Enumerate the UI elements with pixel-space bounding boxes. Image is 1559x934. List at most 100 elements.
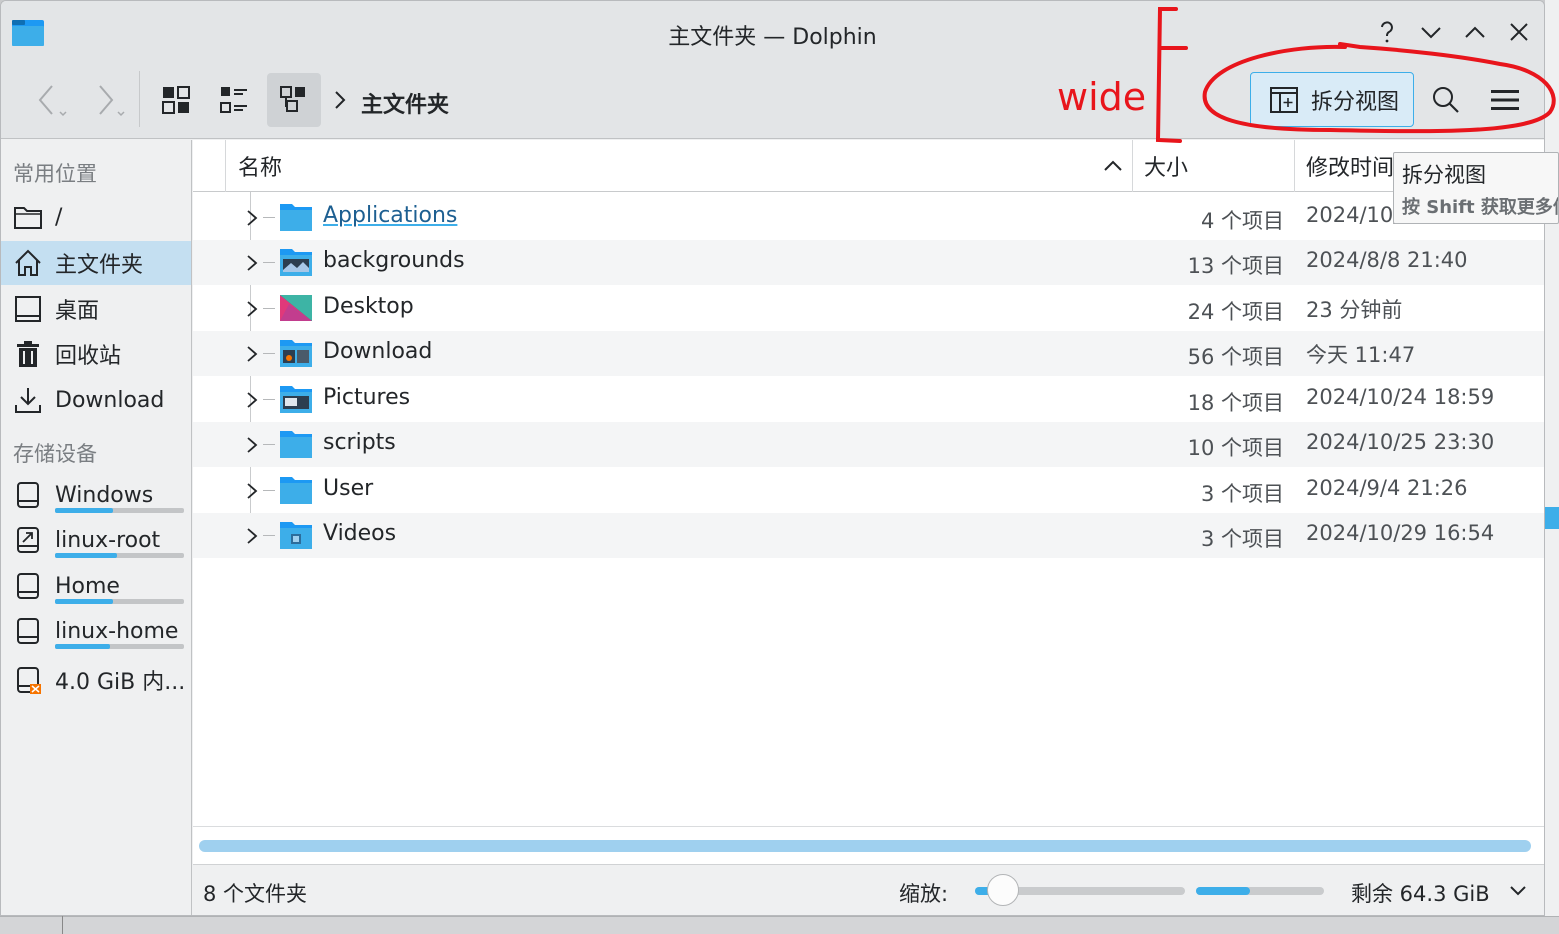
file-name[interactable]: Download xyxy=(323,339,432,364)
file-view[interactable]: 名称 大小 修改时间 Applications 4 个项目 2024/10/2 … xyxy=(193,140,1544,826)
column-size-label: 大小 xyxy=(1144,156,1189,181)
desktop-icon xyxy=(15,296,41,322)
expand-chevron-icon[interactable] xyxy=(245,343,259,365)
drive-icon xyxy=(17,618,39,644)
dolphin-window: 主文件夹 — Dolphin 主文件夹 wide 拆分视图 常用位置 / 主文件… xyxy=(0,0,1545,916)
sidebar-item-label: / xyxy=(55,204,63,230)
column-header-size[interactable]: 大小 xyxy=(1134,140,1292,192)
background-window-edge xyxy=(1545,0,1559,934)
capacity-fill xyxy=(55,644,111,649)
capacity-fill xyxy=(55,599,114,604)
expand-chevron-icon[interactable] xyxy=(245,252,259,274)
forward-button[interactable] xyxy=(83,73,133,127)
tree-branch xyxy=(263,353,275,354)
expand-chevron-icon[interactable] xyxy=(245,434,259,456)
sidebar-device-removable[interactable]: 4.0 GiB 内... xyxy=(1,658,191,702)
menu-button[interactable] xyxy=(1481,73,1529,127)
icons-view-button[interactable] xyxy=(151,73,201,127)
column-name-label: 名称 xyxy=(238,156,283,181)
compact-view-button[interactable] xyxy=(209,73,259,127)
devices-header: 存储设备 xyxy=(13,442,97,466)
sidebar-item-download[interactable]: Download xyxy=(1,378,191,422)
table-row[interactable]: Download 56 个项目 今天 11:47 xyxy=(193,331,1544,376)
window-title: 主文件夹 — Dolphin xyxy=(668,25,877,50)
hamburger-menu-icon xyxy=(1491,90,1519,110)
sidebar-item-desktop[interactable]: 桌面 xyxy=(1,287,191,331)
back-button[interactable] xyxy=(25,73,75,127)
file-name[interactable]: User xyxy=(323,476,373,501)
horizontal-scroll-area xyxy=(193,826,1544,864)
minimize-icon[interactable] xyxy=(1418,19,1444,45)
close-icon[interactable] xyxy=(1506,19,1532,45)
file-size: 3 个项目 xyxy=(1200,527,1284,551)
file-date: 2024/10/24 18:59 xyxy=(1306,385,1495,409)
expand-chevron-icon[interactable] xyxy=(245,298,259,320)
table-row[interactable]: Desktop 24 个项目 23 分钟前 xyxy=(193,286,1544,331)
expand-chevron-icon[interactable] xyxy=(245,207,259,229)
folder-icon xyxy=(280,204,312,231)
folder-pictures-icon xyxy=(280,386,312,413)
background-divider xyxy=(62,916,63,934)
drive-icon xyxy=(17,573,39,599)
file-name[interactable]: Applications xyxy=(323,203,457,228)
tree-branch xyxy=(263,490,275,491)
file-name[interactable]: Pictures xyxy=(323,385,410,410)
background-taskbar-edge xyxy=(0,916,1559,934)
compact-view-icon xyxy=(220,87,247,113)
trash-icon xyxy=(17,341,39,367)
expand-chevron-icon[interactable] xyxy=(245,525,259,547)
folder-download-icon xyxy=(280,340,312,367)
places-header: 常用位置 xyxy=(13,162,97,186)
chevron-down-icon[interactable] xyxy=(1508,883,1528,899)
expand-chevron-icon[interactable] xyxy=(245,389,259,411)
capacity-bar xyxy=(55,553,184,558)
maximize-icon[interactable] xyxy=(1462,19,1488,45)
split-view-button[interactable]: 拆分视图 xyxy=(1250,72,1414,127)
background-window-accent xyxy=(1545,507,1559,529)
capacity-fill xyxy=(55,553,117,558)
column-separator xyxy=(1132,140,1133,192)
column-header-name[interactable]: 名称 xyxy=(228,140,1132,192)
file-size: 24 个项目 xyxy=(1187,300,1284,324)
help-icon[interactable] xyxy=(1374,19,1400,45)
zoom-label: 缩放: xyxy=(899,882,949,906)
horizontal-scrollbar[interactable] xyxy=(199,840,1531,852)
file-size: 13 个项目 xyxy=(1187,254,1284,278)
file-size: 3 个项目 xyxy=(1200,482,1284,506)
table-row[interactable]: Pictures 18 个项目 2024/10/24 18:59 xyxy=(193,377,1544,422)
folder-icon xyxy=(280,477,312,504)
search-button[interactable] xyxy=(1423,73,1469,127)
table-row[interactable]: backgrounds 13 个项目 2024/8/8 21:40 xyxy=(193,240,1544,285)
free-space-fill xyxy=(1196,887,1250,895)
split-view-tooltip: 拆分视图 按 Shift 获取更多信 xyxy=(1393,152,1559,224)
table-row[interactable]: Applications 4 个项目 2024/10/2 xyxy=(193,195,1544,240)
title-bar[interactable]: 主文件夹 — Dolphin xyxy=(1,1,1544,63)
tree-branch xyxy=(263,308,275,309)
sidebar-device-label: 4.0 GiB 内... xyxy=(55,670,186,695)
search-icon xyxy=(1433,87,1459,113)
sidebar-device-label: linux-home xyxy=(55,618,179,644)
annotation-wide-label: wide xyxy=(1057,75,1147,119)
table-row[interactable]: Videos 3 个项目 2024/10/29 16:54 xyxy=(193,513,1544,558)
zoom-slider-handle[interactable] xyxy=(987,874,1019,906)
file-name[interactable]: backgrounds xyxy=(323,248,465,273)
file-date: 2024/10/25 23:30 xyxy=(1306,430,1495,454)
expand-chevron-icon[interactable] xyxy=(245,480,259,502)
status-bar: 8 个文件夹 缩放: 剩余 64.3 GiB xyxy=(193,864,1544,915)
sidebar-item-trash[interactable]: 回收站 xyxy=(1,332,191,376)
file-date: 23 分钟前 xyxy=(1306,298,1403,322)
table-row[interactable]: scripts 10 个项目 2024/10/25 23:30 xyxy=(193,422,1544,467)
table-row[interactable]: User 3 个项目 2024/9/4 21:26 xyxy=(193,468,1544,513)
icons-view-icon xyxy=(162,86,190,114)
file-date: 2024/8/8 21:40 xyxy=(1306,248,1468,272)
breadcrumb-home[interactable]: 主文件夹 xyxy=(361,87,449,119)
details-view-button[interactable] xyxy=(267,73,321,127)
file-name[interactable]: Videos xyxy=(323,521,396,546)
sidebar-device-label: Home xyxy=(55,573,120,599)
tree-branch xyxy=(263,444,275,445)
sidebar-item-root[interactable]: / xyxy=(1,195,191,239)
sidebar-item-home[interactable]: 主文件夹 xyxy=(1,241,191,285)
toolbar-separator xyxy=(139,71,140,127)
file-name[interactable]: Desktop xyxy=(323,294,414,319)
file-name[interactable]: scripts xyxy=(323,430,396,455)
